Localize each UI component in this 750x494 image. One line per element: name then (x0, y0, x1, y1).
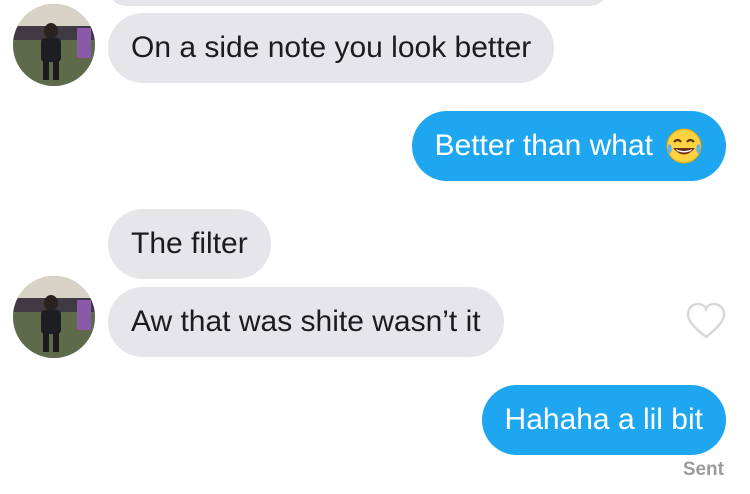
message-text: Aw that was shite wasn’t it (131, 305, 481, 338)
message-bubble-partial[interactable] (108, 0, 608, 6)
message-bubble-received[interactable]: Aw that was shite wasn’t it (108, 287, 504, 357)
message-bubble-received[interactable]: The filter (108, 209, 271, 279)
avatar-photo (13, 276, 95, 358)
message-status: Sent (682, 459, 724, 480)
message-bubble-sent[interactable]: Hahaha a lil bit (481, 385, 726, 455)
message-text: Hahaha a lil bit (504, 403, 703, 436)
avatar-photo (13, 4, 95, 86)
message-text: Better than what (434, 129, 653, 162)
avatar[interactable] (13, 4, 95, 86)
message-bubble-received[interactable]: On a side note you look better (108, 13, 555, 83)
message-text: On a side note you look better (131, 31, 532, 64)
message-text: The filter (131, 227, 248, 260)
avatar[interactable] (13, 276, 95, 358)
face-with-tears-of-joy-icon (665, 127, 703, 165)
heart-icon[interactable] (686, 302, 726, 345)
message-bubble-sent[interactable]: Better than what (411, 111, 726, 181)
